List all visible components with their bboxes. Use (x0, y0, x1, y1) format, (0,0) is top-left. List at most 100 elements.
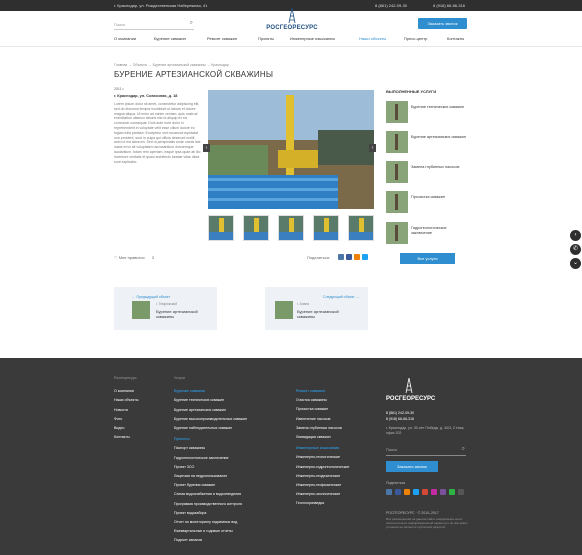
footer-link[interactable]: Проект бурения скважин (174, 481, 247, 490)
all-services-button[interactable]: Все услуги (400, 253, 455, 264)
viber-icon[interactable] (440, 489, 446, 495)
vk-icon[interactable] (386, 489, 392, 495)
footer-link[interactable]: Извлечение насосов (296, 415, 349, 424)
logo[interactable]: РОСГЕОРЕСУРС (262, 8, 322, 34)
like-block[interactable]: ♡ Мне нравится 3 (114, 255, 154, 260)
footer-link[interactable]: Геологоразведка (296, 499, 349, 508)
whatsapp-icon[interactable] (449, 489, 455, 495)
footer-link[interactable]: Инженерно-гидрогеологические (296, 463, 349, 472)
footer-link[interactable]: Ликвидация скважин (296, 433, 349, 442)
search-input[interactable]: Поиск ⌕ (114, 20, 194, 30)
nav-item-objects[interactable]: Наши объекты (359, 36, 386, 41)
footer-address: г. Краснодар, ул. 30-лет Победы, д. 34/3… (386, 426, 465, 435)
scroll-up-icon[interactable]: ‹ (570, 230, 581, 241)
footer-heading[interactable]: Инженерные изыскания (296, 444, 349, 453)
service-item[interactable]: Гидрогеологическое заключение (386, 222, 466, 244)
footer-link[interactable]: Инженерно-геодезические (296, 472, 349, 481)
footer-link[interactable]: Наши объекты (114, 396, 139, 405)
thumbnail[interactable] (208, 215, 234, 241)
footer-link[interactable]: Ежеквартальные и годовые отчеты (174, 527, 247, 536)
footer-link[interactable]: Очистка скважины (296, 396, 349, 405)
facebook-icon[interactable] (346, 254, 352, 260)
phone-icon[interactable]: ✆ (570, 244, 581, 255)
footer-link[interactable]: Фото (114, 415, 139, 424)
footer-link[interactable]: Прочистка скважин (296, 405, 349, 414)
photo-next-arrow[interactable]: › (369, 144, 376, 152)
service-item[interactable]: Бурение технических скважин (386, 101, 466, 123)
footer-link[interactable]: Проект ЗСО (174, 463, 247, 472)
footer-logo[interactable]: РОСГЕОРЕСУРС (386, 378, 446, 406)
breadcrumb[interactable]: Главная → Объекты → Бурение артезианской… (114, 63, 229, 67)
nav-item-contacts[interactable]: Контакты (447, 36, 464, 41)
chevron-down-icon[interactable]: ⌄ (570, 258, 581, 269)
footer-link[interactable]: Инженерно-экологические (296, 490, 349, 499)
search-icon[interactable]: ⌕ (462, 446, 465, 453)
footer-link[interactable]: Инженерно-геологические (296, 453, 349, 462)
twitter-icon[interactable] (362, 254, 368, 260)
service-thumbnail (386, 161, 408, 183)
footer-link[interactable]: Отчет по мониторингу подземных вод (174, 518, 247, 527)
footer-link[interactable]: Новости (114, 406, 139, 415)
main-photo[interactable] (208, 90, 374, 209)
footer-link[interactable]: О компании (114, 387, 139, 396)
next-object-card[interactable]: Следующий объект → г. Анапа Бурение арте… (265, 287, 368, 330)
footer-heading[interactable]: Бурение скважин (174, 387, 247, 396)
search-icon[interactable]: ⌕ (190, 20, 193, 27)
next-object-thumbnail (275, 301, 293, 319)
footer-heading[interactable]: Ремонт скважин (296, 387, 349, 396)
footer-phone-2[interactable]: 8 (918) 66-66-316 (386, 417, 414, 422)
logo-text: РОСГЕОРЕСУРС (266, 25, 318, 31)
top-phone-1[interactable]: 8 (861) 242-09-30 (375, 3, 407, 8)
service-label: Замена глубинных насосов (411, 165, 460, 169)
top-phone-2[interactable]: 8 (918) 66-66-316 (433, 3, 465, 8)
footer-link[interactable]: Видео (114, 424, 139, 433)
nav-item-repair[interactable]: Ремонт скважин (207, 36, 237, 41)
footer-share-label: Поделиться (386, 481, 406, 485)
service-item[interactable]: Замена глубинных насосов (386, 161, 466, 183)
service-thumbnail (386, 131, 408, 153)
drill-tower-icon (405, 378, 413, 394)
like-count: 3 (151, 255, 154, 260)
footer-link[interactable]: Гидрогеологическое заключение (174, 454, 247, 463)
nav-item-company[interactable]: О компании (114, 36, 136, 41)
footer-link[interactable]: Бурение наблюдательных скважин (174, 424, 247, 433)
twitter-icon[interactable] (413, 489, 419, 495)
footer-link[interactable]: Инженерно-геофизические (296, 481, 349, 490)
service-item[interactable]: Бурение артезианских скважин (386, 131, 466, 153)
footer-link[interactable]: Замена глубинных насосов (296, 424, 349, 433)
call-request-button[interactable]: Заказать звонок (418, 18, 467, 29)
facebook-icon[interactable] (395, 489, 401, 495)
footer-link[interactable]: Лицензия на недропользование (174, 472, 247, 481)
thumbnail[interactable] (278, 215, 304, 241)
footer-phone-1[interactable]: 8 (861) 242-09-30 (386, 411, 414, 416)
nav-item-projects[interactable]: Проекты (258, 36, 274, 41)
footer-call-button[interactable]: Заказать звонок (386, 461, 438, 472)
footer-link[interactable]: Контакты (114, 433, 139, 442)
mail-icon[interactable] (458, 489, 464, 495)
thumbnail[interactable] (348, 215, 374, 241)
header-divider (0, 46, 582, 47)
footer-link[interactable]: Проект водозабора (174, 509, 247, 518)
photo-prev-arrow[interactable]: ‹ (203, 144, 210, 152)
footer-link[interactable]: Паспорт скважины (174, 444, 247, 453)
footer-link[interactable]: Подсчет запасов (174, 536, 247, 545)
nav-item-surveys[interactable]: Инженерные изыскания (290, 36, 335, 41)
vk-icon[interactable] (338, 254, 344, 260)
thumbnail[interactable] (243, 215, 269, 241)
footer-search-input[interactable]: Поиск ⌕ (386, 446, 466, 456)
odnoklassniki-icon[interactable] (354, 254, 360, 260)
prev-object-card[interactable]: ← Предыдущий объект г. Темрюкский Бурени… (114, 287, 217, 330)
footer-link[interactable]: Программа производственного контроля (174, 500, 247, 509)
instagram-icon[interactable] (431, 489, 437, 495)
service-item[interactable]: Прочистка скважин (386, 191, 466, 213)
footer-link[interactable]: Схема водоснабжения и водоотведения (174, 490, 247, 499)
nav-item-drilling[interactable]: Бурение скважин (154, 36, 186, 41)
footer-link[interactable]: Бурение технических скважин (174, 396, 247, 405)
footer-heading[interactable]: Проекты (174, 435, 247, 444)
odnoklassniki-icon[interactable] (404, 489, 410, 495)
nav-item-press[interactable]: Пресс-центр (404, 36, 427, 41)
thumbnail[interactable] (313, 215, 339, 241)
footer-link[interactable]: Бурение артезианских скважин (174, 406, 247, 415)
footer-link[interactable]: Бурение высокопроизводительных скважин (174, 415, 247, 424)
google-plus-icon[interactable] (422, 489, 428, 495)
